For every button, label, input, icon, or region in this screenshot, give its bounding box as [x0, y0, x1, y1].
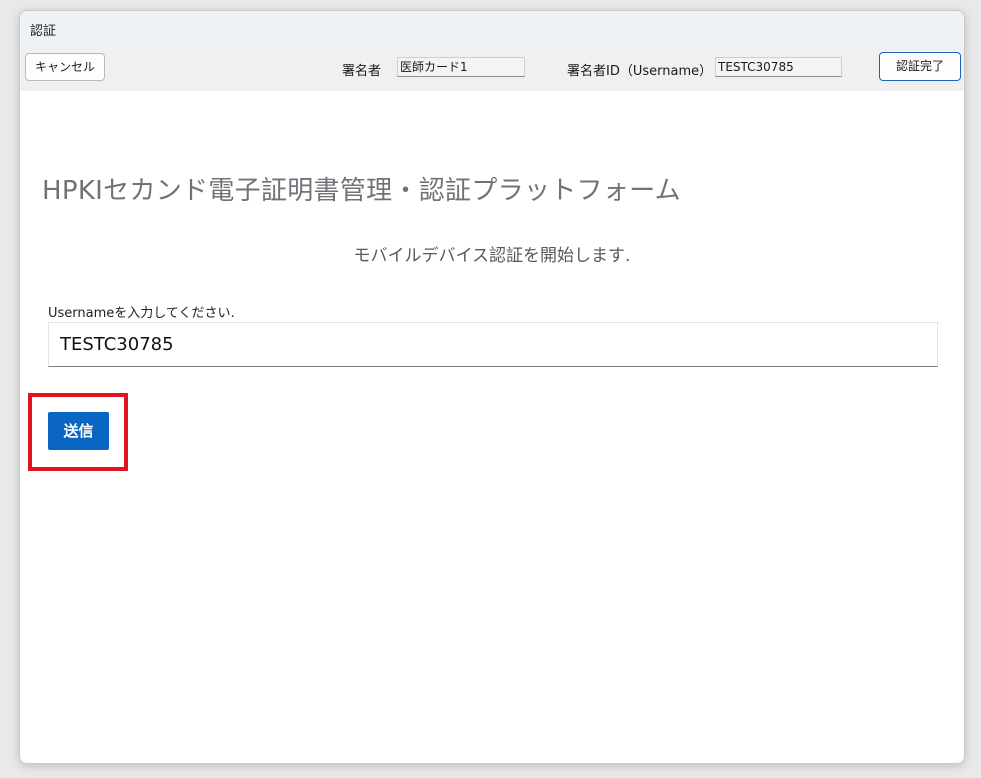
signer-field: 医師カード1	[397, 57, 525, 77]
submit-button[interactable]: 送信	[48, 412, 109, 450]
main-content: HPKIセカンド電子証明書管理・認証プラットフォーム モバイルデバイス認証を開始…	[20, 91, 964, 763]
title-bar: 認証	[20, 11, 964, 47]
page-title: HPKIセカンド電子証明書管理・認証プラットフォーム	[42, 176, 681, 206]
window-title: 認証	[30, 24, 57, 39]
signer-label: 署名者	[342, 64, 382, 79]
page-subtitle: モバイルデバイス認証を開始します.	[353, 246, 631, 266]
toolbar: キャンセル 署名者 医師カード1 署名者ID（Username） TESTC30…	[20, 47, 964, 91]
auth-window: 認証 キャンセル 署名者 医師カード1 署名者ID（Username） TEST…	[19, 10, 965, 764]
username-input[interactable]	[48, 322, 938, 367]
auth-complete-button[interactable]: 認証完了	[879, 52, 961, 81]
signer-id-field: TESTC30785	[715, 57, 842, 77]
cancel-button[interactable]: キャンセル	[25, 53, 105, 81]
username-label: Usernameを入力してください.	[48, 306, 235, 321]
signer-id-label: 署名者ID（Username）	[567, 64, 713, 79]
